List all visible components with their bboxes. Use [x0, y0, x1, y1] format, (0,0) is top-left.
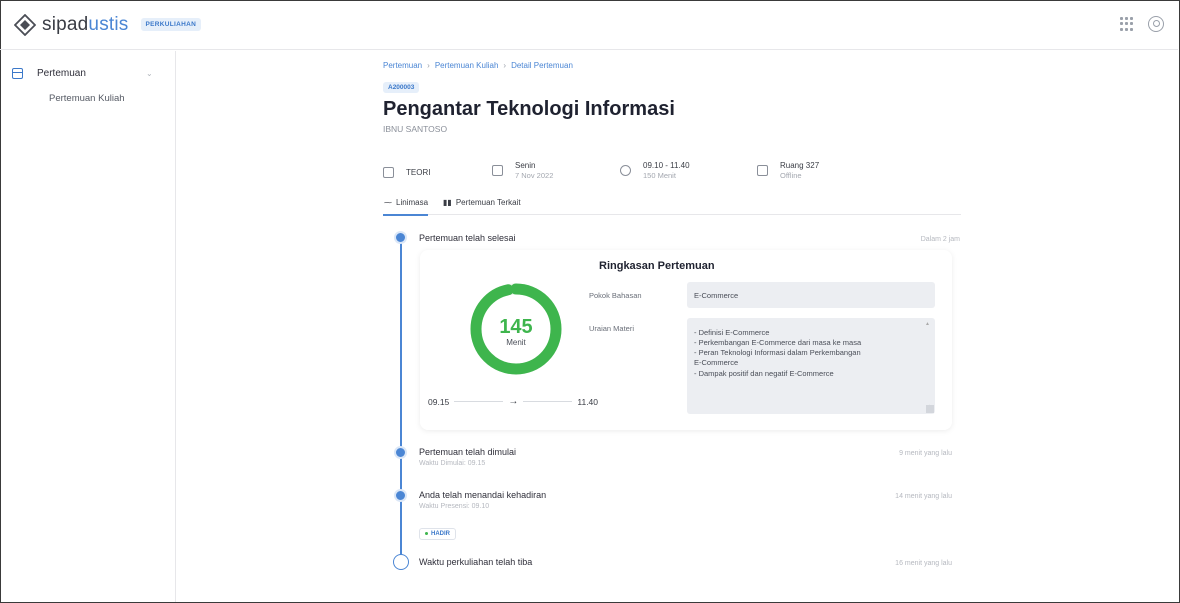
chevron-right-icon: ›: [503, 61, 507, 70]
detail-line: E-Commerce: [694, 358, 739, 368]
start-time: 09.15: [428, 396, 450, 407]
building-icon: [383, 167, 394, 178]
tab-linimasa[interactable]: ⁓ Linimasa: [383, 198, 429, 216]
chevron-right-icon: ›: [427, 61, 430, 70]
detail-line: - Perkembangan E-Commerce dari masa ke m…: [694, 338, 862, 348]
event-subtitle: Waktu Dimulai: 09.15: [419, 460, 486, 467]
timeline-dot: [394, 231, 407, 244]
info-date: Senin 7 Nov 2022: [492, 161, 553, 180]
detail-line: - Peran Teknologi Informasi dalam Perkem…: [694, 348, 861, 358]
info-mode: Offline: [780, 171, 802, 180]
scroll-up-icon[interactable]: ▲: [925, 321, 930, 328]
page-title: Pengantar Teknologi Informasi: [383, 98, 675, 120]
user-icon[interactable]: [1148, 16, 1164, 32]
module-badge: PERKULIAHAN: [140, 18, 202, 31]
sidebar-item-pertemuan-kuliah[interactable]: Pertemuan Kuliah: [0, 93, 175, 104]
calendar-icon: [492, 165, 503, 176]
info-duration: 150 Menit: [643, 171, 676, 180]
time-range: 09.15 → 11.40: [428, 396, 598, 407]
event-title: Pertemuan telah selesai: [419, 233, 516, 243]
info-time: 09.10 - 11.40 150 Menit: [620, 161, 690, 180]
info-room: Ruang 327 Offline: [757, 161, 819, 180]
attendance-badge: HADIR: [419, 528, 456, 540]
calendar-icon: [12, 67, 23, 79]
event-subtitle: Waktu Presensi: 09.10: [419, 503, 490, 510]
timeline-line: [400, 238, 402, 560]
lecturer-name: IBNU SANTOSO: [383, 124, 448, 134]
resize-handle[interactable]: [926, 405, 934, 413]
duration-unit: Menit: [506, 338, 526, 347]
meeting-info: TEORI Senin 7 Nov 2022 09.10 - 11.40 150 M…: [383, 161, 963, 191]
event-time: 14 menit yang lalu: [895, 493, 952, 500]
top-bar: sipadustis PERKULIAHAN: [0, 0, 1178, 50]
event-time: 9 menit yang lalu: [899, 450, 952, 457]
breadcrumb-item[interactable]: Pertemuan Kuliah: [435, 61, 499, 70]
timeline-dot: [394, 489, 407, 502]
summary-title: Ringkasan Pertemuan: [599, 260, 715, 272]
topic-label: Pokok Bahasan: [589, 291, 642, 300]
course-code-badge: A200003: [383, 82, 420, 93]
info-day: Senin: [515, 161, 536, 170]
tab-label: Linimasa: [396, 198, 429, 207]
tab-pertemuan-terkait[interactable]: ▮▮ Pertemuan Terkait: [442, 198, 521, 215]
event-title: Anda telah menandai kehadiran: [419, 490, 547, 500]
sidebar: Pertemuan ⌄ Pertemuan Kuliah: [0, 51, 176, 602]
info-time-value: 09.10 - 11.40: [643, 161, 690, 170]
timeline-dot: [394, 446, 407, 459]
event-time: 16 menit yang lalu: [895, 560, 952, 567]
info-date-value: 7 Nov 2022: [515, 171, 554, 180]
detail-textarea[interactable]: - Definisi E-Commerce - Perkembangan E-C…: [687, 318, 935, 414]
end-time: 11.40: [577, 396, 599, 407]
duration-value: 145: [499, 316, 533, 338]
clock-icon: [620, 165, 631, 176]
breadcrumb: Pertemuan › Pertemuan Kuliah › Detail Pe…: [383, 61, 963, 70]
breadcrumb-item[interactable]: Pertemuan: [383, 61, 422, 70]
detail-line: - Definisi E-Commerce: [694, 328, 770, 337]
main-content: Pertemuan › Pertemuan Kuliah › Detail Pe…: [383, 51, 963, 216]
door-icon: [757, 165, 768, 176]
topic-field[interactable]: E-Commerce: [687, 282, 935, 308]
event-title: Waktu perkuliahan telah tiba: [419, 557, 533, 567]
sidebar-item-label: Pertemuan: [37, 67, 86, 79]
logo[interactable]: sipadustis: [14, 13, 129, 36]
brand-name: sipadustis: [42, 13, 129, 35]
breadcrumb-item-current: Detail Pertemuan: [511, 61, 573, 70]
logo-icon: [14, 13, 36, 36]
timeline-dot-empty: [393, 554, 409, 570]
arrow-right-icon: →: [508, 396, 519, 407]
info-room-value: Ruang 327: [780, 161, 820, 170]
grid-icon[interactable]: [1120, 17, 1134, 31]
summary-card: 145 Menit 09.15 → 11.40 Ringkasan Pertem…: [420, 250, 952, 430]
info-type-value: TEORI: [406, 168, 431, 177]
tab-label: Pertemuan Terkait: [455, 198, 521, 207]
list-icon: ▮▮: [443, 198, 452, 207]
event-title: Pertemuan telah dimulai: [419, 447, 517, 457]
sidebar-item-pertemuan[interactable]: Pertemuan ⌄: [0, 61, 175, 85]
detail-line: - Dampak positif dan negatif E-Commerce: [694, 368, 834, 378]
chevron-down-icon[interactable]: ⌄: [146, 69, 153, 78]
tab-bar: ⁓ Linimasa ▮▮ Pertemuan Terkait: [383, 198, 961, 216]
event-time: Dalam 2 jam: [920, 236, 960, 243]
info-type: TEORI: [383, 167, 430, 178]
detail-label: Uraian Materi: [589, 324, 635, 333]
trend-icon: ⁓: [384, 198, 392, 207]
